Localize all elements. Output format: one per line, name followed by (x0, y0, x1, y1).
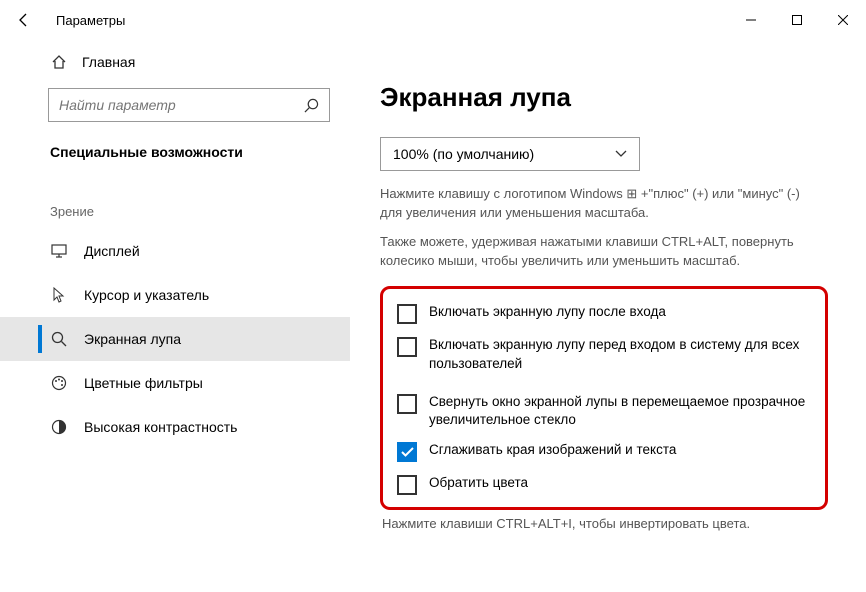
magnifier-icon (50, 331, 68, 347)
checkbox-smooth-edges[interactable]: Сглаживать края изображений и текста (397, 441, 811, 462)
back-button[interactable] (0, 0, 48, 40)
checkbox-label: Включать экранную лупу после входа (429, 303, 666, 321)
checkbox-icon (397, 337, 417, 357)
home-label: Главная (82, 54, 135, 70)
home-nav[interactable]: Главная (0, 40, 350, 84)
home-icon (50, 54, 68, 70)
titlebar: Параметры (0, 0, 866, 40)
search-input[interactable] (59, 97, 304, 113)
nav-label: Высокая контрастность (84, 419, 237, 435)
checkbox-after-signin[interactable]: Включать экранную лупу после входа (397, 303, 811, 324)
checkbox-collapse-lens[interactable]: Свернуть окно экранной лупы в перемещаем… (397, 393, 811, 429)
options-highlight: Включать экранную лупу после входа Включ… (380, 286, 828, 510)
dropdown-value: 100% (по умолчанию) (393, 146, 534, 162)
checkbox-invert-colors[interactable]: Обратить цвета (397, 474, 811, 495)
checkbox-label: Свернуть окно экранной лупы в перемещаем… (429, 393, 811, 429)
hint-text-1: Нажмите клавишу с логотипом Windows ⊞ +"… (380, 185, 800, 223)
hint-text-2: Также можете, удерживая нажатыми клавиши… (380, 233, 820, 271)
checkbox-icon (397, 304, 417, 324)
section-title: Специальные возможности (0, 132, 350, 172)
cursor-icon (50, 287, 68, 303)
nav-label: Курсор и указатель (84, 287, 209, 303)
palette-icon (50, 375, 68, 391)
checkbox-label: Включать экранную лупу перед входом в си… (429, 336, 811, 372)
search-icon (304, 98, 319, 113)
sidebar-item-magnifier[interactable]: Экранная лупа (0, 317, 350, 361)
window-title: Параметры (48, 13, 125, 28)
close-button[interactable] (820, 0, 866, 40)
checkbox-before-signin[interactable]: Включать экранную лупу перед входом в си… (397, 336, 811, 372)
checkbox-icon (397, 394, 417, 414)
sidebar-item-high-contrast[interactable]: Высокая контрастность (0, 405, 350, 449)
content: Экранная лупа 100% (по умолчанию) Нажмит… (350, 40, 866, 592)
chevron-down-icon (615, 150, 627, 158)
nav-label: Экранная лупа (84, 331, 181, 347)
sidebar-item-cursor[interactable]: Курсор и указатель (0, 273, 350, 317)
page-title: Экранная лупа (380, 82, 846, 113)
nav-label: Дисплей (84, 243, 140, 259)
nav-label: Цветные фильтры (84, 375, 203, 391)
checkbox-icon (397, 475, 417, 495)
zoom-level-dropdown[interactable]: 100% (по умолчанию) (380, 137, 640, 171)
checkbox-label: Сглаживать края изображений и текста (429, 441, 676, 459)
sidebar-item-color-filters[interactable]: Цветные фильтры (0, 361, 350, 405)
search-box[interactable] (48, 88, 330, 122)
window-controls (728, 0, 866, 40)
sidebar-item-display[interactable]: Дисплей (0, 229, 350, 273)
monitor-icon (50, 244, 68, 258)
contrast-icon (50, 419, 68, 435)
footer-hint: Нажмите клавиши CTRL+ALT+I, чтобы инверт… (380, 516, 846, 531)
checkbox-label: Обратить цвета (429, 474, 528, 492)
group-label: Зрение (0, 172, 350, 229)
maximize-button[interactable] (774, 0, 820, 40)
checkbox-checked-icon (397, 442, 417, 462)
minimize-button[interactable] (728, 0, 774, 40)
sidebar: Главная Специальные возможности Зрение Д… (0, 40, 350, 592)
